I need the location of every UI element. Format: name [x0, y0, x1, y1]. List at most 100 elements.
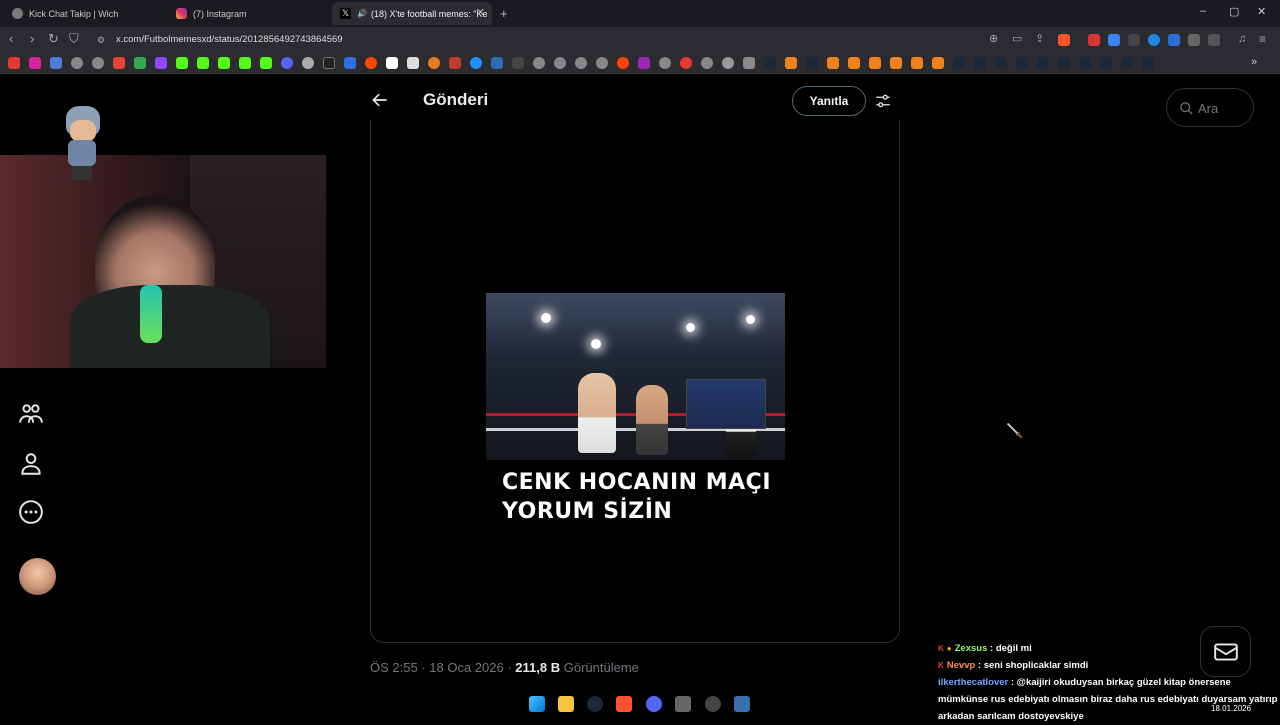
bookmark-button[interactable]: ⛉ — [69, 32, 79, 46]
app-icon[interactable] — [705, 696, 721, 712]
globe-icon[interactable] — [92, 57, 104, 69]
steam-icon[interactable] — [1058, 57, 1070, 69]
brave-icon[interactable] — [616, 696, 632, 712]
twitch-icon[interactable] — [155, 57, 167, 69]
close-tab-icon[interactable]: ✕ — [476, 6, 485, 19]
kick-icon[interactable] — [218, 57, 230, 69]
bookmark-icon[interactable] — [281, 57, 293, 69]
app-icon[interactable] — [675, 696, 691, 712]
communities-icon[interactable] — [18, 401, 44, 427]
bookmark-icon[interactable] — [50, 57, 62, 69]
search-input[interactable]: Ara — [1166, 88, 1254, 127]
steam-icon[interactable] — [1016, 57, 1028, 69]
folder-icon[interactable] — [743, 57, 755, 69]
bookmark-icon[interactable] — [512, 57, 524, 69]
media-icon[interactable]: ♫ — [1238, 32, 1246, 46]
new-tab-button[interactable]: + — [500, 6, 508, 21]
globe-icon[interactable] — [575, 57, 587, 69]
kick-icon[interactable] — [260, 57, 272, 69]
reply-button[interactable]: Yanıtla — [792, 86, 866, 116]
bookmark-icon[interactable] — [932, 57, 944, 69]
extension-icon[interactable] — [1128, 34, 1140, 46]
steam-icon[interactable] — [1100, 57, 1112, 69]
more-bookmarks-icon[interactable]: » — [1251, 56, 1257, 68]
extension-icon[interactable] — [1148, 34, 1160, 46]
bookmark-icon[interactable] — [428, 57, 440, 69]
bookmark-icon[interactable] — [785, 57, 797, 69]
bookmark-icon[interactable] — [344, 57, 356, 69]
post-date[interactable]: 18 Oca 2026 — [429, 660, 503, 675]
gmail-icon[interactable] — [113, 57, 125, 69]
bookmark-icon[interactable] — [386, 57, 398, 69]
steam-icon[interactable] — [953, 57, 965, 69]
tab-instagram[interactable]: (7) Instagram — [168, 2, 328, 25]
sidebar-icon[interactable] — [1208, 34, 1220, 46]
steam-icon[interactable] — [1121, 57, 1133, 69]
globe-icon[interactable] — [71, 57, 83, 69]
menu-icon[interactable]: ≡ — [1259, 32, 1266, 46]
steam-icon[interactable] — [995, 57, 1007, 69]
bookmark-icon[interactable] — [827, 57, 839, 69]
discord-icon[interactable] — [646, 696, 662, 712]
more-options-icon[interactable] — [18, 499, 44, 525]
back-button[interactable]: ‹ — [9, 32, 13, 46]
globe-icon[interactable] — [659, 57, 671, 69]
bookmark-icon[interactable] — [680, 57, 692, 69]
reddit-icon[interactable] — [617, 57, 629, 69]
speaker-icon[interactable]: 🔊 — [357, 9, 367, 18]
bookmark-icon[interactable] — [302, 57, 314, 69]
youtube-icon[interactable] — [8, 57, 20, 69]
globe-icon[interactable] — [596, 57, 608, 69]
minimize-button[interactable]: – — [1200, 5, 1206, 17]
bookmark-icon[interactable] — [890, 57, 902, 69]
x-logo-icon[interactable] — [323, 57, 335, 69]
address-bar[interactable]: ⚙ x.com/Futbolmemesxd/status/20128564927… — [90, 30, 970, 50]
bookmark-icon[interactable] — [491, 57, 503, 69]
steam-icon[interactable] — [974, 57, 986, 69]
globe-icon[interactable] — [533, 57, 545, 69]
share-icon[interactable]: ⇪ — [1035, 32, 1044, 46]
zoom-icon[interactable]: ⊕ — [989, 32, 998, 46]
reload-button[interactable]: ↻ — [48, 32, 59, 46]
instagram-icon[interactable] — [29, 57, 41, 69]
bookmark-icon[interactable] — [638, 57, 650, 69]
kick-icon[interactable] — [239, 57, 251, 69]
bookmark-icon[interactable] — [722, 57, 734, 69]
bookmark-icon[interactable] — [848, 57, 860, 69]
windows-start-icon[interactable] — [529, 696, 545, 712]
back-arrow-icon[interactable] — [370, 90, 390, 110]
steam-icon[interactable] — [1037, 57, 1049, 69]
maximize-button[interactable]: ▢ — [1229, 5, 1239, 18]
tab-x-post[interactable]: 𝕏 🔊 (18) X'te football memes: "Ke ✕ — [332, 2, 492, 25]
reddit-icon[interactable] — [365, 57, 377, 69]
drive-icon[interactable] — [134, 57, 146, 69]
kick-icon[interactable] — [197, 57, 209, 69]
steam-icon[interactable] — [806, 57, 818, 69]
forward-button[interactable]: › — [30, 32, 34, 46]
avatar[interactable] — [19, 558, 56, 595]
steam-icon[interactable] — [1079, 57, 1091, 69]
site-info-icon[interactable]: ⚙ — [97, 30, 105, 50]
profile-icon[interactable] — [18, 451, 44, 477]
app-icon[interactable] — [734, 696, 750, 712]
extension-icon[interactable] — [1168, 34, 1180, 46]
puzzle-icon[interactable] — [1188, 34, 1200, 46]
close-window-button[interactable]: ✕ — [1257, 5, 1266, 18]
extension-icon[interactable] — [1108, 34, 1120, 46]
globe-icon[interactable] — [554, 57, 566, 69]
file-explorer-icon[interactable] — [558, 696, 574, 712]
bookmark-icon[interactable] — [869, 57, 881, 69]
bookmark-icon[interactable] — [407, 57, 419, 69]
bookmark-icon[interactable] — [449, 57, 461, 69]
filter-settings-icon[interactable] — [874, 92, 892, 110]
cast-icon[interactable]: ▭ — [1012, 32, 1022, 46]
steam-icon[interactable] — [587, 696, 603, 712]
bookmark-icon[interactable] — [470, 57, 482, 69]
steam-icon[interactable] — [1142, 57, 1154, 69]
globe-icon[interactable] — [701, 57, 713, 69]
brave-shields-icon[interactable] — [1058, 34, 1070, 46]
steam-icon[interactable] — [764, 57, 776, 69]
bookmark-icon[interactable] — [911, 57, 923, 69]
video-player[interactable] — [486, 293, 785, 460]
kick-icon[interactable] — [176, 57, 188, 69]
